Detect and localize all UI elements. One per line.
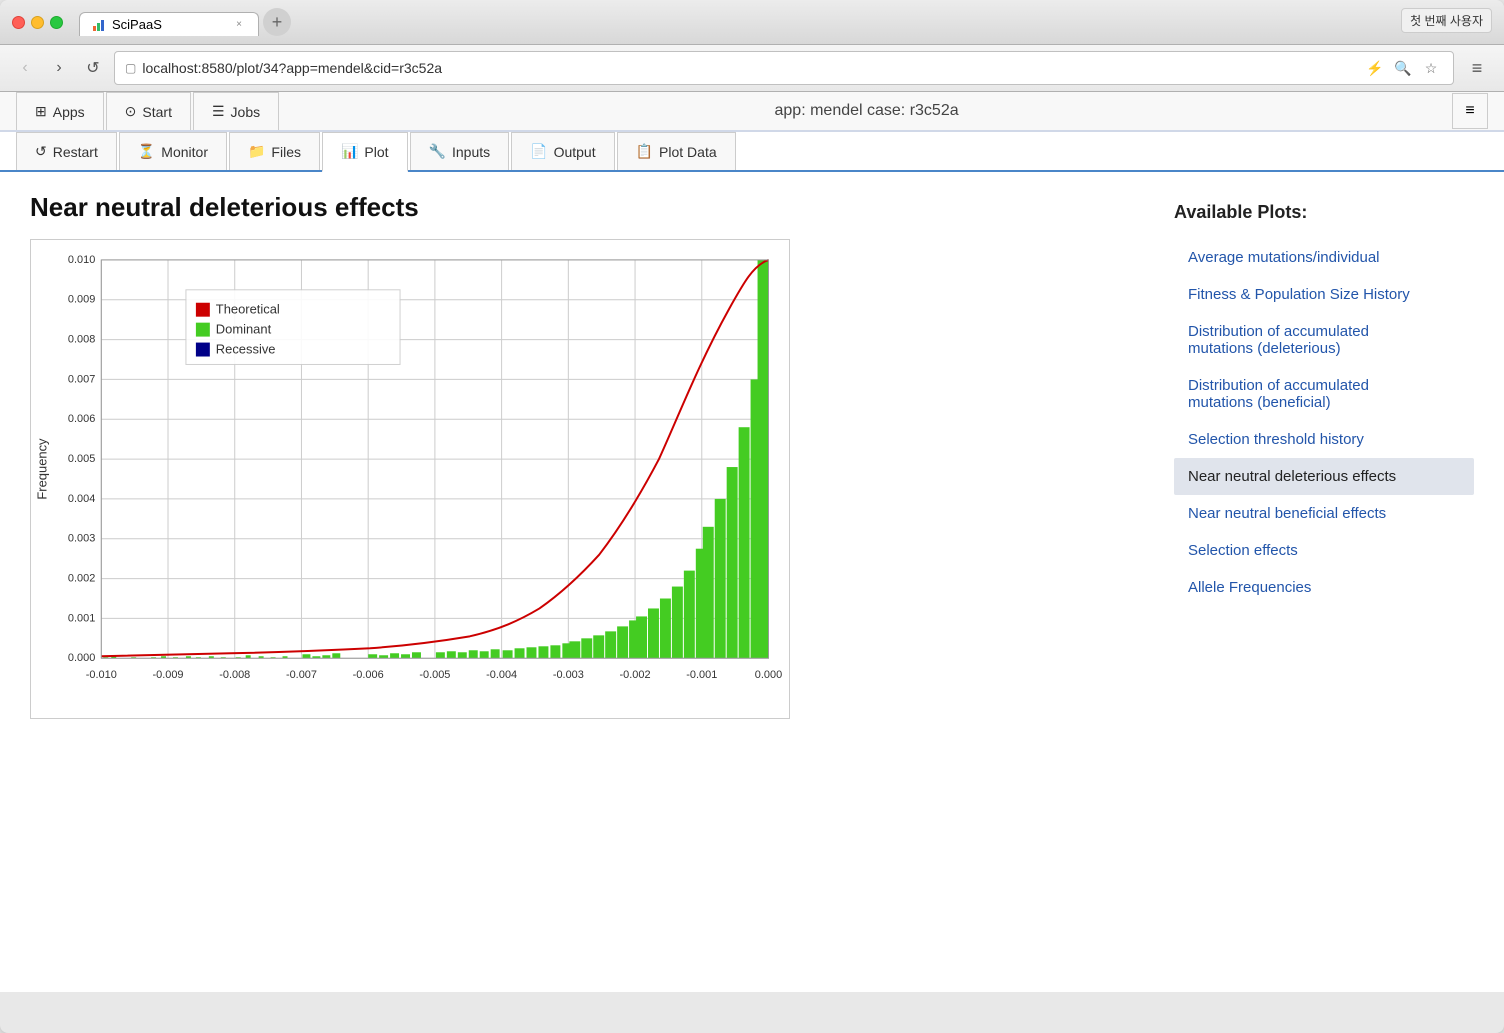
jobs-icon: ☰ bbox=[212, 103, 225, 120]
tab-restart[interactable]: ↺ Restart bbox=[16, 132, 117, 170]
svg-text:-0.008: -0.008 bbox=[219, 669, 250, 681]
forward-button[interactable]: › bbox=[46, 55, 72, 81]
nav-jobs-label: Jobs bbox=[231, 104, 261, 120]
refresh-button[interactable]: ↺ bbox=[80, 55, 106, 81]
sidebar-link-allele-freq[interactable]: Allele Frequencies bbox=[1174, 569, 1474, 606]
tab-close-button[interactable]: × bbox=[232, 18, 246, 32]
svg-text:-0.006: -0.006 bbox=[353, 669, 384, 681]
zoom-icon[interactable]: 🔍 bbox=[1391, 56, 1415, 80]
output-icon: 📄 bbox=[530, 143, 547, 160]
tab-output[interactable]: 📄 Output bbox=[511, 132, 614, 170]
tab-plot-label: Plot bbox=[364, 144, 388, 160]
start-icon: ⊙ bbox=[125, 103, 137, 120]
tab-inputs-label: Inputs bbox=[452, 144, 490, 160]
sidebar-link-near-neutral-del[interactable]: Near neutral deleterious effects bbox=[1174, 458, 1474, 495]
minimize-button[interactable] bbox=[31, 16, 44, 29]
address-bar[interactable]: ▢ localhost:8580/plot/34?app=mendel&cid=… bbox=[114, 51, 1454, 85]
svg-text:-0.005: -0.005 bbox=[419, 669, 450, 681]
apps-grid-icon: ⊞ bbox=[35, 103, 47, 120]
svg-text:0.009: 0.009 bbox=[68, 294, 95, 306]
url-text: localhost:8580/plot/34?app=mendel&cid=r3… bbox=[142, 60, 1357, 76]
svg-text:-0.009: -0.009 bbox=[153, 669, 184, 681]
maximize-button[interactable] bbox=[50, 16, 63, 29]
svg-text:Recessive: Recessive bbox=[216, 342, 276, 357]
svg-text:0.005: 0.005 bbox=[68, 453, 95, 465]
tab-inputs[interactable]: 🔧 Inputs bbox=[410, 132, 510, 170]
browser-menu-button[interactable]: ≡ bbox=[1462, 53, 1492, 83]
svg-text:0.007: 0.007 bbox=[68, 373, 95, 385]
svg-text:-0.010: -0.010 bbox=[86, 669, 117, 681]
svg-text:Frequency: Frequency bbox=[35, 438, 50, 500]
sidebar-link-selection-effects[interactable]: Selection effects bbox=[1174, 532, 1474, 569]
main-content: Near neutral deleterious effects bbox=[0, 172, 1504, 739]
inputs-icon: 🔧 bbox=[429, 143, 446, 160]
chart-title: Near neutral deleterious effects bbox=[30, 192, 1144, 223]
sidebar-title: Available Plots: bbox=[1174, 202, 1474, 223]
sidebar-link-near-neutral-ben[interactable]: Near neutral beneficial effects bbox=[1174, 495, 1474, 532]
plot-data-icon: 📋 bbox=[636, 143, 653, 160]
tab-files[interactable]: 📁 Files bbox=[229, 132, 320, 170]
available-plots-sidebar: Available Plots: Average mutations/indiv… bbox=[1174, 192, 1474, 719]
nav-start-label: Start bbox=[142, 104, 172, 120]
svg-text:-0.002: -0.002 bbox=[620, 669, 651, 681]
svg-text:0.006: 0.006 bbox=[68, 413, 95, 425]
svg-text:0.001: 0.001 bbox=[68, 612, 95, 624]
korean-user-button[interactable]: 첫 번째 사용자 bbox=[1401, 8, 1492, 33]
svg-text:0.000: 0.000 bbox=[68, 652, 95, 664]
tab-monitor[interactable]: ⏳ Monitor bbox=[119, 132, 227, 170]
sidebar-link-avg-mutations[interactable]: Average mutations/individual bbox=[1174, 239, 1474, 276]
svg-text:Theoretical: Theoretical bbox=[216, 302, 280, 317]
tab-bar: ↺ Restart ⏳ Monitor 📁 Files 📊 Plot 🔧 Inp… bbox=[0, 132, 1504, 172]
tab-favicon bbox=[92, 18, 106, 32]
svg-text:Dominant: Dominant bbox=[216, 322, 272, 337]
svg-text:-0.001: -0.001 bbox=[686, 669, 717, 681]
app-content: ⊞ Apps ⊙ Start ☰ Jobs app: mendel case: … bbox=[0, 92, 1504, 992]
new-tab-button[interactable]: + bbox=[263, 8, 291, 36]
svg-text:0.004: 0.004 bbox=[68, 493, 95, 505]
chart-svg: Frequency 0.000 0.001 0.002 0.003 0.004 … bbox=[31, 240, 789, 718]
svg-text:-0.003: -0.003 bbox=[553, 669, 584, 681]
tab-output-label: Output bbox=[554, 144, 596, 160]
tab-plot[interactable]: 📊 Plot bbox=[322, 132, 408, 172]
sidebar-link-selection-threshold[interactable]: Selection threshold history bbox=[1174, 421, 1474, 458]
svg-text:0.002: 0.002 bbox=[68, 573, 95, 585]
svg-text:0.010: 0.010 bbox=[68, 254, 95, 266]
chart-container: Frequency 0.000 0.001 0.002 0.003 0.004 … bbox=[30, 239, 790, 719]
close-button[interactable] bbox=[12, 16, 25, 29]
nav-jobs[interactable]: ☰ Jobs bbox=[193, 92, 279, 130]
tab-restart-label: Restart bbox=[53, 144, 98, 160]
back-button[interactable]: ‹ bbox=[12, 55, 38, 81]
bookmark-icon[interactable]: ☆ bbox=[1419, 56, 1443, 80]
nav-start[interactable]: ⊙ Start bbox=[106, 92, 191, 130]
tab-plot-data[interactable]: 📋 Plot Data bbox=[617, 132, 736, 170]
tab-plot-data-label: Plot Data bbox=[659, 144, 717, 160]
lightning-icon: ⚡ bbox=[1363, 56, 1387, 80]
monitor-icon: ⏳ bbox=[138, 143, 155, 160]
svg-text:-0.007: -0.007 bbox=[286, 669, 317, 681]
svg-text:0.008: 0.008 bbox=[68, 334, 95, 346]
app-info: app: mendel case: r3c52a bbox=[755, 92, 979, 130]
sidebar-link-dist-deleterious[interactable]: Distribution of accumulatedmutations (de… bbox=[1174, 313, 1474, 367]
app-navigation: ⊞ Apps ⊙ Start ☰ Jobs app: mendel case: … bbox=[0, 92, 1504, 132]
svg-text:-0.004: -0.004 bbox=[486, 669, 517, 681]
app-info-text: app: mendel case: r3c52a bbox=[775, 102, 959, 120]
tab-monitor-label: Monitor bbox=[161, 144, 208, 160]
nav-apps[interactable]: ⊞ Apps bbox=[16, 92, 104, 130]
browser-tab[interactable]: SciPaaS × bbox=[79, 12, 259, 36]
plot-icon: 📊 bbox=[341, 143, 358, 160]
tab-title: SciPaaS bbox=[112, 17, 162, 32]
sidebar-link-dist-beneficial[interactable]: Distribution of accumulatedmutations (be… bbox=[1174, 367, 1474, 421]
files-icon: 📁 bbox=[248, 143, 265, 160]
hamburger-menu-button[interactable]: ≡ bbox=[1452, 93, 1488, 129]
sidebar-link-fitness-history[interactable]: Fitness & Population Size History bbox=[1174, 276, 1474, 313]
chart-section: Near neutral deleterious effects bbox=[30, 192, 1144, 719]
tab-files-label: Files bbox=[271, 144, 301, 160]
page-icon: ▢ bbox=[125, 61, 136, 75]
svg-text:0.003: 0.003 bbox=[68, 533, 95, 545]
svg-text:0.000: 0.000 bbox=[755, 669, 782, 681]
restart-icon: ↺ bbox=[35, 143, 47, 160]
nav-apps-label: Apps bbox=[53, 104, 85, 120]
scipaas-favicon-icon bbox=[92, 18, 106, 32]
